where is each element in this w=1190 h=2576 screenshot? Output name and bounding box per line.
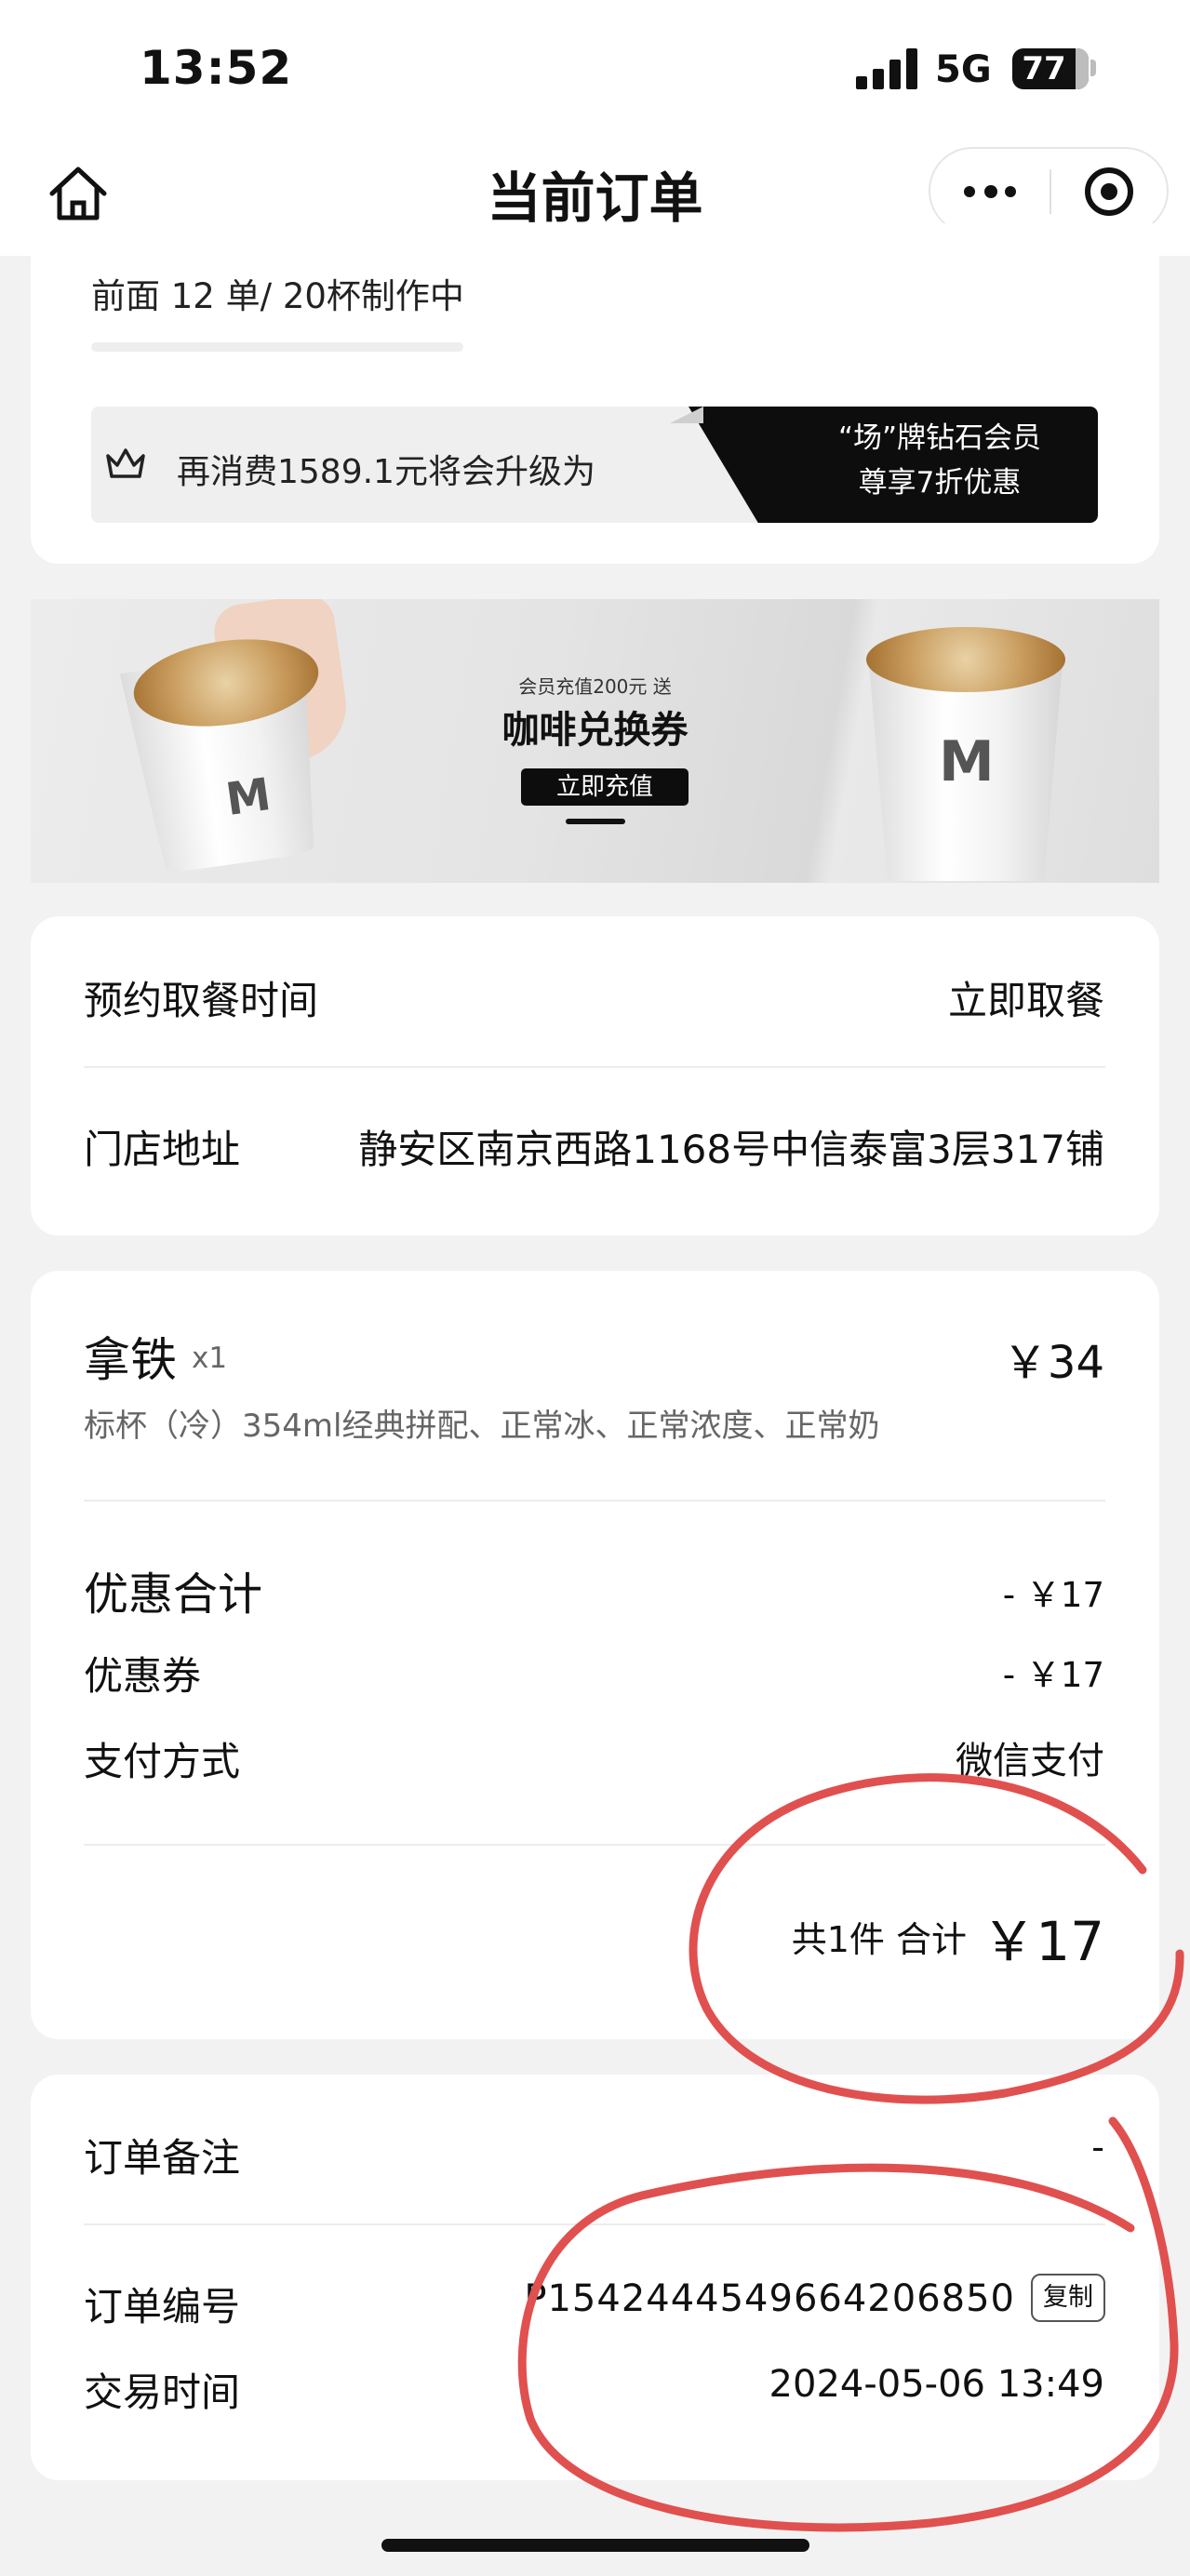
- queue-progress: [91, 342, 463, 352]
- battery-level: 77: [1022, 50, 1066, 87]
- store-address-label: 门店地址: [84, 1127, 241, 1172]
- member-tier-text: “场”牌钻石会员 尊享7折优惠: [782, 416, 1098, 505]
- order-number-label: 订单编号: [84, 2284, 241, 2329]
- pickup-card: [31, 916, 1159, 1235]
- coupon-value: - ￥17: [1002, 1655, 1104, 1695]
- status-time: 13:52: [140, 41, 293, 95]
- crown-icon: [106, 448, 145, 478]
- item-quantity: x1: [192, 1341, 228, 1375]
- banner-indicator: [566, 819, 625, 824]
- store-address-value: 静安区南京西路1168号中信泰富3层317铺: [358, 1127, 1104, 1172]
- battery-icon: 77: [1012, 48, 1089, 89]
- copy-button[interactable]: 复制: [1031, 2274, 1105, 2322]
- coupon-label: 优惠券: [84, 1653, 202, 1699]
- recharge-button[interactable]: 立即充值: [521, 768, 689, 806]
- item-count-text: 共1件 合计: [791, 1919, 967, 1960]
- signal-icon: [856, 47, 921, 89]
- transaction-time-label: 交易时间: [84, 2369, 241, 2415]
- capsule-divider: [1050, 169, 1051, 214]
- order-remark-label: 订单备注: [84, 2135, 241, 2181]
- banner-subtitle: 会员充值200元 送: [518, 675, 672, 698]
- member-upgrade-text: 再消费1589.1元将会升级为: [177, 453, 595, 491]
- order-remark-value: -: [1091, 2127, 1104, 2168]
- payment-method-label: 支付方式: [84, 1739, 241, 1784]
- home-indicator: [381, 2539, 809, 2552]
- divider: [84, 1500, 1105, 1502]
- pickup-time-label: 预约取餐时间: [84, 978, 319, 1023]
- banner-title: 咖啡兑换券: [501, 709, 689, 752]
- member-tier-line2: 尊享7折优惠: [858, 466, 1022, 500]
- divider: [84, 1066, 1105, 1068]
- more-dots-icon[interactable]: [964, 179, 1018, 205]
- transaction-time-value: 2024-05-06 13:49: [769, 2363, 1104, 2406]
- discount-total-value: - ￥17: [1002, 1575, 1104, 1615]
- promo-banner[interactable]: M M 会员充值200元 送 咖啡兑换券 立即充值: [31, 599, 1159, 883]
- discount-total-label: 优惠合计: [84, 1568, 263, 1621]
- divider: [84, 1844, 1105, 1846]
- member-tier-line1: “场”牌钻石会员: [837, 421, 1042, 455]
- order-total: ￥17: [982, 1910, 1104, 1973]
- pickup-time-value: 立即取餐: [947, 978, 1104, 1023]
- divider: [84, 2223, 1105, 2225]
- queue-status: 前面 12 单/ 20杯制作中: [91, 276, 464, 316]
- payment-method-value: 微信支付: [956, 1740, 1104, 1782]
- battery-nub: [1090, 60, 1096, 76]
- network-type: 5G: [935, 48, 992, 91]
- capsule-menu: [929, 147, 1169, 234]
- item-price: ￥34: [1002, 1337, 1104, 1389]
- order-number-value: P1542444549664206850: [524, 2277, 1015, 2320]
- target-icon[interactable]: [1085, 167, 1133, 216]
- item-name: 拿铁: [84, 1333, 177, 1387]
- item-spec: 标杯（冷）354ml经典拼配、正常冰、正常浓度、正常奶: [84, 1408, 880, 1445]
- cup-logo: M: [222, 767, 274, 827]
